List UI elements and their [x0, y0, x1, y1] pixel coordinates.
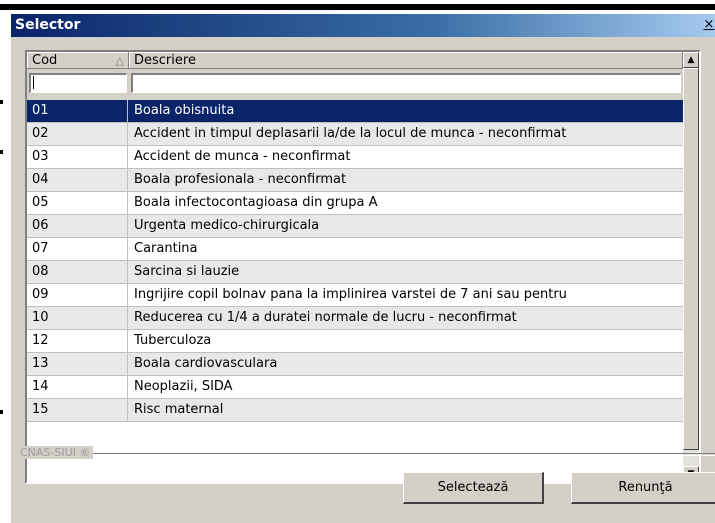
table-row[interactable]: 07 Carantina — [27, 238, 683, 261]
close-icon[interactable]: × — [702, 18, 715, 32]
column-header-cod[interactable]: Cod △ — [27, 52, 129, 69]
descriere-cell: Ingrijire copil bolnav pana la implinire… — [134, 287, 567, 302]
descriere-cell: Boala obisnuita — [134, 103, 235, 118]
title-bar[interactable]: Selector × — [11, 14, 715, 37]
column-header-label: Descriere — [134, 53, 196, 68]
cod-cell: 01 — [27, 100, 128, 122]
scrollbar-thumb[interactable] — [683, 68, 699, 450]
cod-cell: 07 — [27, 238, 128, 260]
cod-cell: 10 — [27, 307, 128, 329]
descriere-cell: Tuberculoza — [134, 333, 212, 348]
table-row[interactable]: 06 Urgenta medico-chirurgicala — [27, 215, 683, 238]
descriere-cell: Accident in timpul deplasarii la/de la l… — [134, 126, 567, 141]
window-title: Selector — [15, 17, 81, 33]
table-row[interactable]: 15 Risc maternal — [27, 399, 683, 422]
sort-ascending-icon: △ — [115, 54, 124, 67]
descriere-filter-input[interactable] — [131, 73, 681, 93]
scroll-up-icon[interactable]: ▲ — [683, 52, 699, 68]
selector-dialog: Selector × Cod △ Descriere 01 Boala obisn… — [10, 14, 715, 523]
parent-window-mark — [0, 100, 3, 104]
descriere-cell: Accident de munca - neconfirmat — [134, 149, 351, 164]
cod-filter-input[interactable] — [29, 73, 127, 93]
select-button[interactable]: Selectează — [403, 472, 544, 504]
descriere-cell: Boala profesionala - neconfirmat — [134, 172, 347, 187]
parent-window-border — [0, 4, 715, 10]
descriere-cell: Boala infectocontagioasa din grupa A — [134, 195, 378, 210]
cod-cell: 03 — [27, 146, 128, 168]
vertical-scrollbar[interactable]: ▲ ▼ — [683, 52, 699, 482]
selector-grid: Cod △ Descriere 01 Boala obisnuita 02 Accid… — [25, 50, 701, 484]
column-header-label: Cod — [32, 53, 58, 68]
table-row[interactable]: 04 Boala profesionala - neconfirmat — [27, 169, 683, 192]
table-row[interactable]: 09 Ingrijire copil bolnav pana la implini… — [27, 284, 683, 307]
column-header-descriere[interactable]: Descriere — [129, 52, 683, 69]
cod-cell: 09 — [27, 284, 128, 306]
grid-rows: 01 Boala obisnuita 02 Accident in timpul de… — [27, 100, 683, 422]
parent-window-mark — [0, 410, 3, 414]
grid-header: Cod △ Descriere — [27, 52, 683, 70]
table-row[interactable]: 08 Sarcina si lauzie — [27, 261, 683, 284]
cod-cell: 08 — [27, 261, 128, 283]
parent-window-mark — [0, 150, 3, 154]
cancel-button[interactable]: Renunţă — [571, 472, 715, 504]
descriere-cell: Sarcina si lauzie — [134, 264, 240, 279]
brand-label: CNAS-SIUI ® — [17, 446, 94, 459]
descriere-cell: Boala cardiovasculara — [134, 356, 278, 371]
table-row[interactable]: 03 Accident de munca - neconfirmat — [27, 146, 683, 169]
cod-cell: 05 — [27, 192, 128, 214]
table-row[interactable]: 01 Boala obisnuita — [27, 100, 683, 123]
cod-cell: 02 — [27, 123, 128, 145]
cod-cell: 04 — [27, 169, 128, 191]
cod-cell: 12 — [27, 330, 128, 352]
cod-cell: 15 — [27, 399, 128, 421]
descriere-cell: Urgenta medico-chirurgicala — [134, 218, 320, 233]
table-row[interactable]: 02 Accident in timpul deplasarii la/de la… — [27, 123, 683, 146]
descriere-cell: Risc maternal — [134, 402, 224, 417]
table-row[interactable]: 10 Reducerea cu 1/4 a duratei normale de … — [27, 307, 683, 330]
cod-cell: 14 — [27, 376, 128, 398]
cod-cell: 06 — [27, 215, 128, 237]
descriere-cell: Carantina — [134, 241, 198, 256]
text-caret — [33, 76, 34, 89]
footer-divider — [25, 453, 715, 456]
descriere-cell: Reducerea cu 1/4 a duratei normale de lu… — [134, 310, 517, 325]
filter-row — [27, 70, 683, 100]
table-row[interactable]: 12 Tuberculoza — [27, 330, 683, 353]
left-window-edge — [0, 0, 4, 523]
table-row[interactable]: 05 Boala infectocontagioasa din grupa A — [27, 192, 683, 215]
cod-cell: 13 — [27, 353, 128, 375]
table-row[interactable]: 13 Boala cardiovasculara — [27, 353, 683, 376]
table-row[interactable]: 14 Neoplazii, SIDA — [27, 376, 683, 399]
descriere-cell: Neoplazii, SIDA — [134, 379, 233, 394]
